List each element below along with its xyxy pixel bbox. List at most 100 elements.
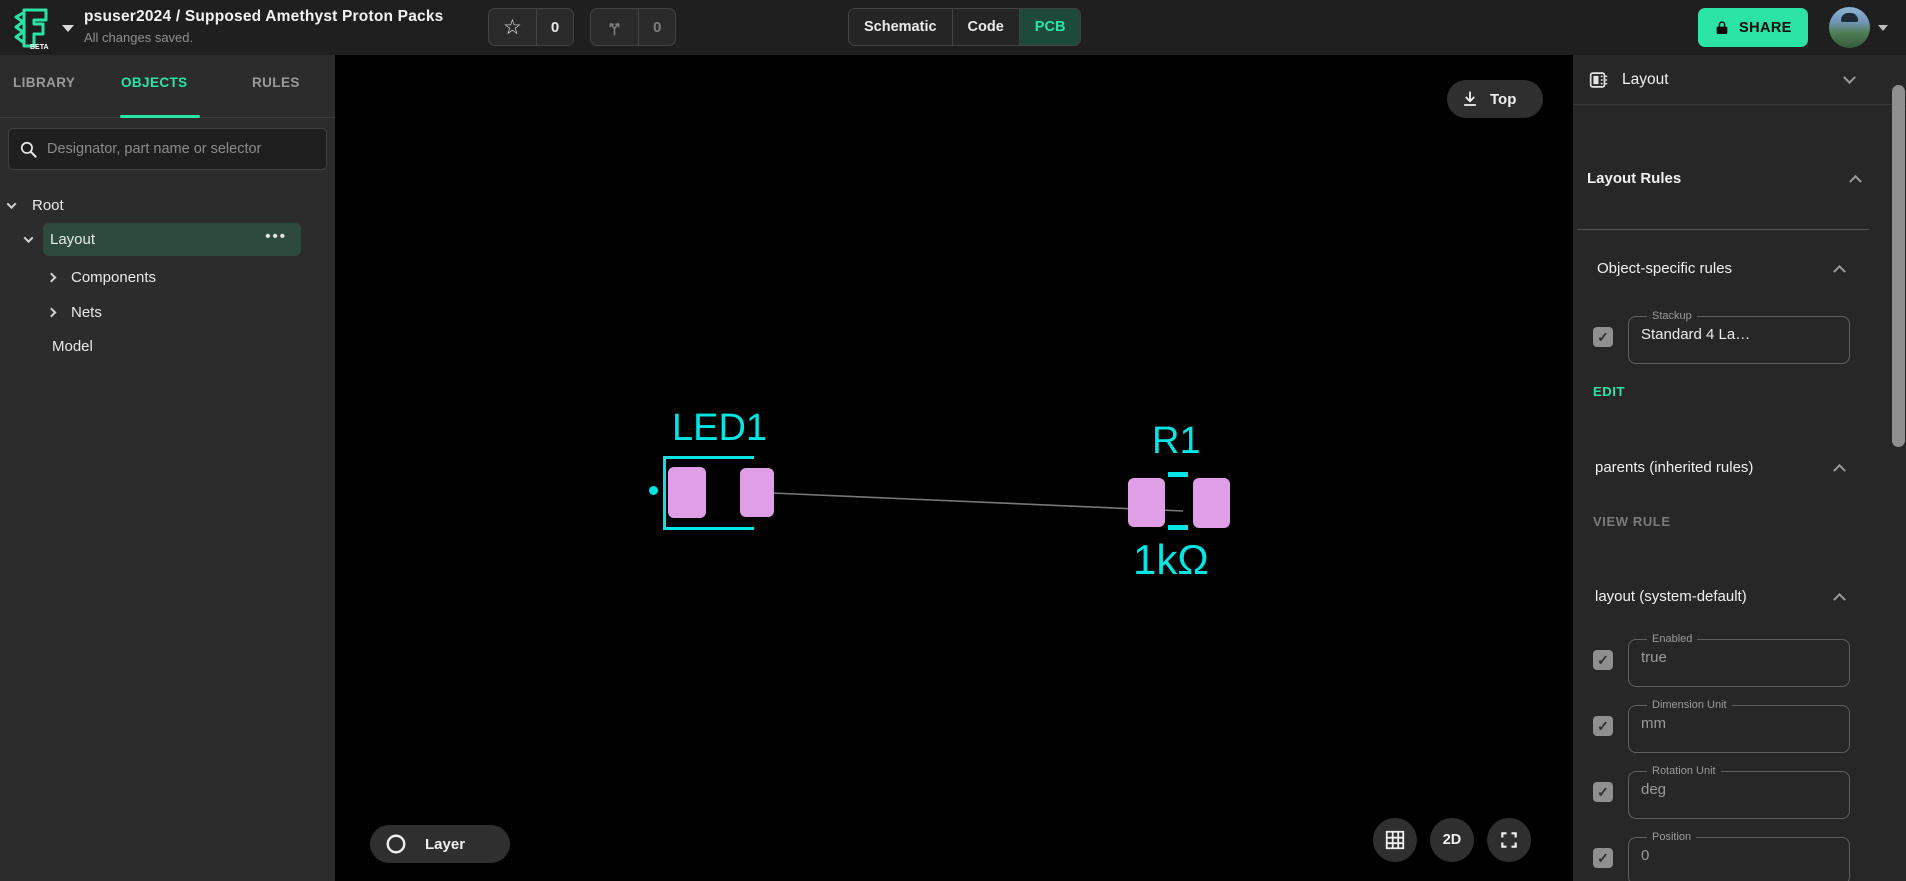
tree-item-nets[interactable]: Nets <box>0 298 335 326</box>
chip-icon <box>1589 71 1608 88</box>
tab-library[interactable]: LIBRARY <box>13 75 75 90</box>
position-field[interactable]: Position 0 <box>1628 831 1850 881</box>
stackup-field[interactable]: Stackup Standard 4 La… <box>1628 310 1850 364</box>
grid-toggle-button[interactable] <box>1373 818 1417 862</box>
rotation-unit-value[interactable]: deg <box>1641 781 1837 798</box>
view-2d-label: 2D <box>1442 832 1462 848</box>
board-side-button[interactable]: Top <box>1447 80 1543 118</box>
section-object-specific[interactable]: Object-specific rules <box>1597 257 1846 279</box>
view-rule-link[interactable]: VIEW RULE <box>1593 514 1890 529</box>
save-status: All changes saved. <box>84 30 194 45</box>
chevron-up-icon[interactable] <box>1849 174 1862 188</box>
inspector-panel: Layout Layout Rules Object-specific rule… <box>1573 55 1906 881</box>
download-arrow-icon <box>1463 91 1477 106</box>
fullscreen-button[interactable] <box>1487 818 1531 862</box>
position-checkbox[interactable]: ✓ <box>1593 848 1613 868</box>
fork-icon <box>609 22 620 35</box>
star-group: ☆ 0 <box>488 8 575 46</box>
section-parents[interactable]: parents (inherited rules) <box>1595 456 1846 478</box>
r1-pad-2[interactable] <box>1193 478 1230 528</box>
top-bar: BETA psuser2024 / Supposed Amethyst Prot… <box>0 0 1906 55</box>
r1-pad-1[interactable] <box>1128 478 1165 527</box>
project-title-block: psuser2024 / Supposed Amethyst Proton Pa… <box>84 8 443 45</box>
project-menu-caret-icon[interactable] <box>62 25 74 32</box>
dimension-unit-value[interactable]: mm <box>1641 715 1837 732</box>
rotation-unit-field[interactable]: Rotation Unit deg <box>1628 765 1850 819</box>
mode-tabs: Schematic Code PCB <box>848 8 1082 46</box>
tab-code[interactable]: Code <box>951 9 1019 45</box>
chevron-up-icon[interactable] <box>1833 463 1846 477</box>
star-count: 0 <box>535 9 573 45</box>
rotation-unit-checkbox[interactable]: ✓ <box>1593 782 1613 802</box>
tab-rules[interactable]: RULES <box>252 75 300 90</box>
enabled-value[interactable]: true <box>1641 649 1837 666</box>
r1-silk-dash-top <box>1168 472 1188 477</box>
chevron-right-icon[interactable] <box>46 272 57 282</box>
stackup-field-row: ✓ Stackup Standard 4 La… <box>1593 310 1890 364</box>
object-search <box>8 128 327 170</box>
r1-value-label: 1kΩ <box>1133 536 1209 583</box>
stackup-checkbox[interactable]: ✓ <box>1593 327 1613 347</box>
divider <box>1577 229 1869 230</box>
led1-pad-1[interactable] <box>668 467 706 518</box>
flux-logo[interactable]: BETA <box>10 5 56 51</box>
board-side-label: Top <box>1490 90 1517 108</box>
fork-group: 0 <box>590 8 677 46</box>
tab-schematic[interactable]: Schematic <box>849 9 952 45</box>
enabled-field[interactable]: Enabled true <box>1628 633 1850 687</box>
chevron-right-icon[interactable] <box>46 307 57 317</box>
stackup-value[interactable]: Standard 4 La… <box>1641 326 1837 343</box>
flux-logo-icon: BETA <box>14 8 49 51</box>
pcb-canvas[interactable]: LED1 R1 1kΩ Top Layer 2D <box>335 55 1573 881</box>
tab-pcb[interactable]: PCB <box>1018 9 1081 45</box>
search-icon <box>20 141 37 158</box>
position-value[interactable]: 0 <box>1641 847 1837 864</box>
star-icon: ☆ <box>503 15 522 39</box>
fork-count: 0 <box>638 9 675 45</box>
dimension-unit-field[interactable]: Dimension Unit mm <box>1628 699 1850 753</box>
fullscreen-icon <box>1501 832 1517 848</box>
chevron-down-icon[interactable] <box>1843 71 1856 85</box>
project-title[interactable]: psuser2024 / Supposed Amethyst Proton Pa… <box>84 8 443 26</box>
tree-item-components[interactable]: Components <box>0 263 335 291</box>
layer-label: Layer <box>425 835 466 853</box>
chevron-up-icon[interactable] <box>1833 592 1846 606</box>
edit-stackup-link[interactable]: EDIT <box>1593 384 1890 399</box>
chevron-down-icon[interactable] <box>6 198 17 209</box>
led1-pad-2[interactable] <box>740 468 774 517</box>
tree-item-layout[interactable]: Layout ••• <box>0 223 335 256</box>
chevron-up-icon[interactable] <box>1833 264 1846 278</box>
enabled-field-row: ✓ Enabled true <box>1593 633 1890 687</box>
view-2d-button[interactable]: 2D <box>1430 818 1474 862</box>
more-options-icon[interactable]: ••• <box>265 229 287 244</box>
fork-button[interactable] <box>591 9 638 45</box>
avatar[interactable] <box>1829 7 1870 48</box>
rotation-unit-field-row: ✓ Rotation Unit deg <box>1593 765 1890 819</box>
inspector-header[interactable]: Layout <box>1573 55 1906 105</box>
section-layout-rules[interactable]: Layout Rules <box>1587 167 1862 189</box>
enabled-checkbox[interactable]: ✓ <box>1593 650 1613 670</box>
search-input[interactable] <box>47 141 316 157</box>
tree-item-root[interactable]: Root <box>0 191 335 219</box>
r1-silk-dash-bottom <box>1168 525 1188 530</box>
r1-designator: R1 <box>1152 420 1201 462</box>
share-button[interactable]: SHARE <box>1698 8 1808 47</box>
dimension-unit-checkbox[interactable]: ✓ <box>1593 716 1613 736</box>
selected-tree-row[interactable]: Layout ••• <box>43 223 301 256</box>
tab-objects[interactable]: OBJECTS <box>121 75 188 90</box>
object-tree: Root Layout ••• Components Nets Model <box>0 185 335 360</box>
active-tab-underline <box>120 115 200 118</box>
ratsnest-line <box>771 492 1184 512</box>
account-menu-caret-icon[interactable] <box>1878 25 1888 31</box>
chevron-down-icon[interactable] <box>23 233 34 244</box>
beta-badge: BETA <box>30 44 49 51</box>
inspector-body: Layout Rules Object-specific rules ✓ Sta… <box>1573 105 1890 881</box>
tree-item-model[interactable]: Model <box>0 332 335 360</box>
section-layout-default[interactable]: layout (system-default) <box>1595 585 1846 607</box>
left-sidebar: LIBRARY OBJECTS RULES Root Layout ••• <box>0 55 335 881</box>
grid-icon <box>1385 830 1405 850</box>
panel-scrollbar-thumb[interactable] <box>1892 85 1905 447</box>
layer-button[interactable]: Layer <box>370 825 510 863</box>
position-field-row: ✓ Position 0 <box>1593 831 1890 881</box>
star-button[interactable]: ☆ <box>489 9 536 45</box>
